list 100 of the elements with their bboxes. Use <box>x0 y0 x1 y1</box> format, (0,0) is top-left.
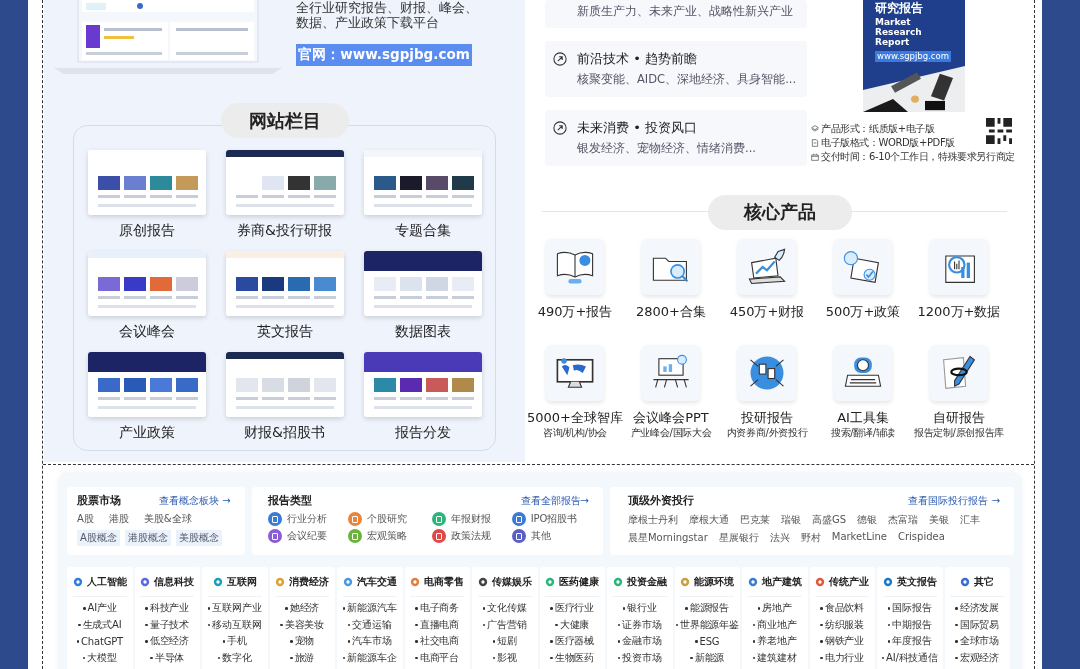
industry-title[interactable]: 传媒娱乐 <box>491 574 532 589</box>
industry-link[interactable]: 广告营销 <box>487 617 527 632</box>
industry-link[interactable]: 她经济 <box>289 601 320 616</box>
industry-link[interactable]: 短剧 <box>497 634 517 649</box>
industry-title[interactable]: 人工智能 <box>86 574 127 589</box>
industry-title[interactable]: 互联网 <box>226 574 257 589</box>
industry-title[interactable]: 电商零售 <box>424 574 465 589</box>
industry-link[interactable]: 科技产业 <box>149 601 190 616</box>
concept-tag[interactable]: A股概念 <box>77 530 120 546</box>
industry-link[interactable]: 国际报告 <box>892 601 932 616</box>
industry-link[interactable]: 年度报告 <box>892 634 932 649</box>
industry-link[interactable]: 金融市场 <box>622 634 662 649</box>
industry-link[interactable]: 大模型 <box>87 650 117 665</box>
industry-link[interactable]: 移动互联网 <box>212 617 262 632</box>
industry-link[interactable]: 量子技术 <box>149 617 190 632</box>
industry-link[interactable]: 养老地产 <box>757 634 797 649</box>
section-label[interactable]: 财报&招股书 <box>244 423 325 441</box>
bank-link[interactable]: MarketLine <box>831 531 887 545</box>
section-label[interactable]: 产业政策 <box>118 423 175 441</box>
bank-link[interactable]: 德银 <box>857 513 877 527</box>
industry-title[interactable]: 汽车交通 <box>356 574 397 589</box>
section-label[interactable]: 数据图表 <box>394 322 451 340</box>
view-bank-reports-link[interactable]: 查看国际投行报告 → <box>908 493 1000 508</box>
industry-title[interactable]: 地产建筑 <box>761 574 802 589</box>
report-type-link[interactable]: 个股研究 <box>366 512 407 526</box>
bank-link[interactable]: 法兴 <box>769 531 790 545</box>
industry-title[interactable]: 投资金融 <box>626 574 667 589</box>
industry-title[interactable]: 能源环境 <box>694 574 735 589</box>
bank-link[interactable]: 野村 <box>800 531 821 545</box>
industry-link[interactable]: 全球市场 <box>959 634 1000 649</box>
industry-link[interactable]: 新能源 <box>694 650 725 665</box>
industry-link[interactable]: 半导体 <box>154 650 185 665</box>
industry-link[interactable]: 电力行业 <box>824 650 865 665</box>
industry-title[interactable]: 其它 <box>974 574 995 589</box>
bank-link[interactable]: 杰富瑞 <box>888 513 918 527</box>
industry-link[interactable]: 投资市场 <box>622 650 662 665</box>
industry-link[interactable]: 直播电商 <box>419 617 460 632</box>
bank-link[interactable]: 星展银行 <box>718 531 759 545</box>
industry-link[interactable]: ESG <box>699 635 720 647</box>
report-type-link[interactable]: 年报财报 <box>450 512 491 526</box>
industry-title[interactable]: 传统产业 <box>829 574 870 589</box>
bank-link[interactable]: 巴克莱 <box>739 513 770 527</box>
industry-link[interactable]: 证券市场 <box>622 617 662 632</box>
industry-title[interactable]: 英文报告 <box>896 574 937 589</box>
view-all-reports-link[interactable]: 查看全部报告→ <box>520 493 589 508</box>
industry-link[interactable]: 银行业 <box>627 601 657 616</box>
bank-link[interactable]: 瑞银 <box>780 513 801 527</box>
industry-link[interactable]: 房地产 <box>762 601 792 616</box>
industry-link[interactable]: ChatGPT <box>81 635 123 647</box>
industry-link[interactable]: 医疗行业 <box>554 601 595 616</box>
industry-link[interactable]: 新能源车企 <box>347 650 397 665</box>
section-label[interactable]: 会议峰会 <box>118 322 175 340</box>
industry-link[interactable]: 旅游 <box>294 650 315 665</box>
industry-link[interactable]: 中期报告 <box>892 617 932 632</box>
concept-tag[interactable]: 美股概念 <box>175 530 222 546</box>
industry-link[interactable]: 电商平台 <box>419 650 460 665</box>
industry-link[interactable]: 电子商务 <box>419 601 460 616</box>
market-link[interactable]: 美股&全球 <box>143 512 192 526</box>
bank-link[interactable]: Crispidea <box>897 531 945 545</box>
concept-tag[interactable]: 港股概念 <box>124 530 171 546</box>
industry-link[interactable]: 宏观经济 <box>959 650 1000 665</box>
industry-link[interactable]: 宠物 <box>294 634 315 649</box>
report-type-link[interactable]: 行业分析 <box>286 512 327 526</box>
section-label[interactable]: 原创报告 <box>118 221 175 239</box>
industry-link[interactable]: 经济发展 <box>959 601 1000 616</box>
bank-link[interactable]: 汇丰 <box>960 513 980 527</box>
bank-link[interactable]: 高盛GS <box>811 513 846 527</box>
section-label[interactable]: 券商&投行研报 <box>237 221 332 239</box>
industry-link[interactable]: 社交电商 <box>419 634 460 649</box>
industry-link[interactable]: 大健康 <box>559 617 590 632</box>
report-type-link[interactable]: 政策法规 <box>450 529 491 543</box>
industry-title[interactable]: 医药健康 <box>559 574 600 589</box>
section-label[interactable]: 报告分发 <box>394 423 451 441</box>
industry-link[interactable]: AI产业 <box>87 601 117 616</box>
industry-link[interactable]: 文化传媒 <box>487 601 527 616</box>
bank-link[interactable]: 晨星Morningstar <box>627 531 708 545</box>
industry-link[interactable]: 钢铁产业 <box>824 634 865 649</box>
industry-link[interactable]: 汽车市场 <box>352 634 392 649</box>
report-type-link[interactable]: 会议纪要 <box>286 529 327 543</box>
report-type-link[interactable]: 其他 <box>530 529 551 543</box>
industry-link[interactable]: 商业地产 <box>757 617 797 632</box>
industry-link[interactable]: 建筑建材 <box>757 650 797 665</box>
industry-link[interactable]: AI/科技通信 <box>886 650 938 665</box>
industry-link[interactable]: 美容美妆 <box>284 617 325 632</box>
market-link[interactable]: A股 <box>77 512 94 526</box>
industry-link[interactable]: 能源报告 <box>689 601 730 616</box>
report-type-link[interactable]: IPO招股书 <box>530 512 578 526</box>
industry-link[interactable]: 手机 <box>227 634 247 649</box>
industry-link[interactable]: 数字化 <box>222 650 252 665</box>
view-concepts-link[interactable]: 查看概念板块 → <box>159 493 231 508</box>
industry-link[interactable]: 纺织服装 <box>824 617 865 632</box>
report-type-link[interactable]: 宏观策略 <box>366 529 407 543</box>
industry-link[interactable]: 医疗器械 <box>554 634 595 649</box>
industry-link[interactable]: 交通运输 <box>352 617 392 632</box>
industry-title[interactable]: 消费经济 <box>289 574 330 589</box>
section-label[interactable]: 英文报告 <box>256 322 313 340</box>
industry-link[interactable]: 国际贸易 <box>959 617 1000 632</box>
industry-link[interactable]: 新能源汽车 <box>347 601 397 616</box>
bank-link[interactable]: 摩根大通 <box>688 513 729 527</box>
bank-link[interactable]: 美银 <box>929 513 949 527</box>
